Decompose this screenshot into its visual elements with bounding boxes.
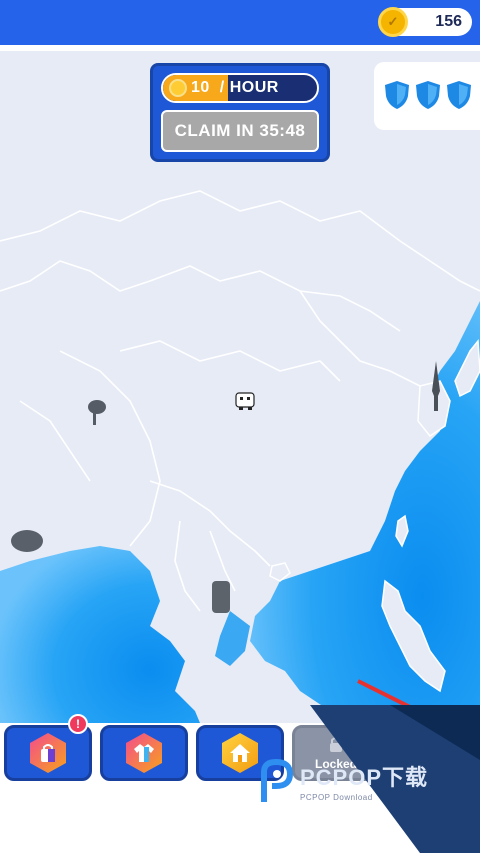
coin-icon: ✓	[378, 7, 408, 37]
shield-icon	[416, 81, 440, 109]
watermark-sub: PCPOP Download	[300, 793, 373, 802]
house-icon	[222, 733, 258, 773]
lock-icon	[330, 737, 342, 752]
coin-icon	[169, 79, 187, 97]
income-rate-label: 10 / HOUR	[191, 79, 279, 97]
coin-balance: ✓ 156	[378, 7, 472, 37]
income-panel: 10 / HOUR CLAIM IN 35:48	[150, 63, 330, 162]
income-rate-unit: / HOUR	[219, 79, 279, 96]
player-marker	[235, 392, 255, 410]
shield-icon	[447, 81, 471, 109]
notification-badge: !	[68, 714, 88, 734]
watermark-brand: PCPOP下载	[300, 765, 429, 790]
outfits-button[interactable]	[100, 725, 188, 781]
income-rate: 10 / HOUR	[161, 73, 319, 103]
claim-button[interactable]: CLAIM IN 35:48	[161, 110, 319, 152]
shirt-icon	[126, 733, 162, 773]
shields-panel	[374, 62, 480, 130]
income-rate-value: 10	[191, 79, 210, 96]
shield-icon	[385, 81, 409, 109]
shop-bag-icon	[30, 733, 66, 773]
watermark: PCPOP下载 PCPOP Download	[258, 758, 428, 804]
coin-count: 156	[435, 13, 462, 30]
watermark-logo	[261, 758, 294, 802]
